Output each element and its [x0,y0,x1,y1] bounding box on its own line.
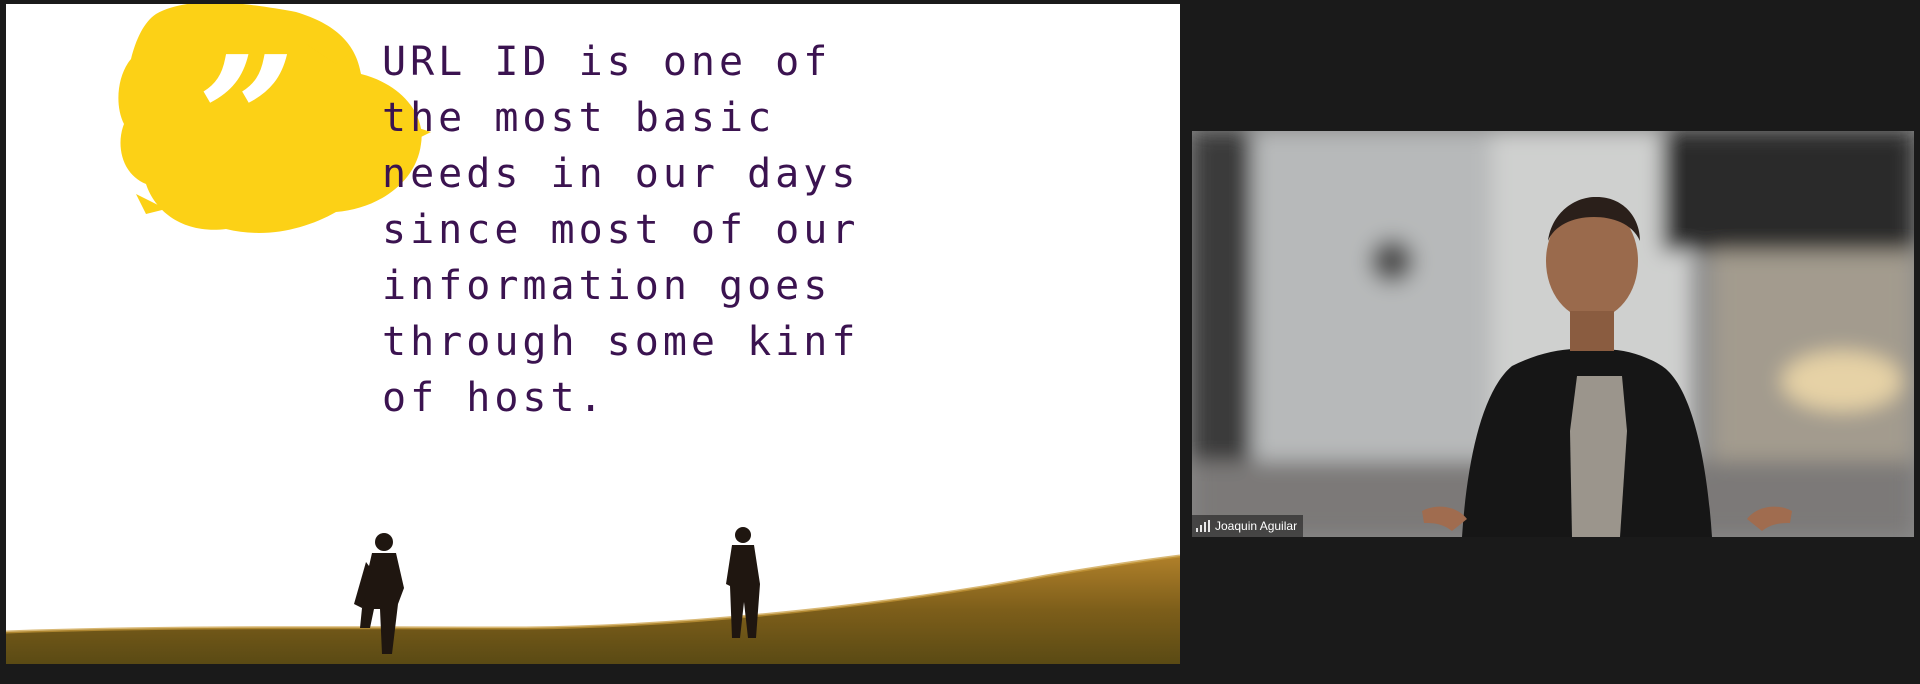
signal-strength-icon [1196,520,1210,532]
participant-name: Joaquin Aguilar [1215,519,1298,533]
participant-video-feed [1192,131,1914,537]
participant-video-tile[interactable]: Joaquin Aguilar [1192,131,1914,537]
slide-quote-text: URL ID is one of the most basic needs in… [382,39,860,421]
meeting-window: ” URL ID is one of the most basic needs … [0,0,1920,684]
quote-mark-icon: ” [198,19,296,219]
participant-name-tag: Joaquin Aguilar [1192,515,1304,537]
grass-hill-shape [6,556,1180,664]
shared-slide: ” URL ID is one of the most basic needs … [6,4,1180,664]
